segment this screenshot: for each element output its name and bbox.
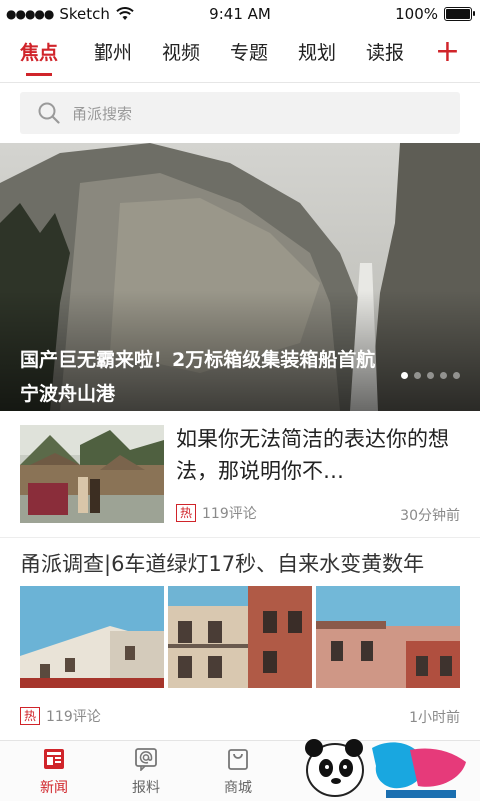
hot-badge: 热 <box>20 707 41 725</box>
carousel-dot <box>414 372 421 379</box>
hero-carousel[interactable]: 国产巨无霸来啦！2万标箱级集装箱船首航宁波舟山港 <box>0 143 480 411</box>
news-thumbnail <box>20 425 164 523</box>
news-meta: 热 119评论 <box>20 706 101 726</box>
news-headline[interactable]: 甬派调查|6车道绿灯17秒、自来水变黄数年 <box>20 548 470 580</box>
news-thumbnail <box>316 586 460 688</box>
nav-label: 新闻 <box>40 780 68 796</box>
news-thumbnail <box>20 586 164 688</box>
battery-percent: 100% <box>395 5 438 23</box>
tab-focus[interactable]: 焦点 <box>20 36 58 76</box>
carousel-dot <box>453 372 460 379</box>
nav-mall[interactable]: 商城 <box>198 741 278 801</box>
at-sign-icon <box>135 748 157 772</box>
search-icon <box>38 102 60 124</box>
carousel-dot <box>440 372 447 379</box>
news-item[interactable]: 如果你无法简洁的表达你的想法，那说明你不… 热 119评论 30分钟前 <box>0 411 480 536</box>
nav-report[interactable]: 报料 <box>106 741 186 801</box>
shopping-bag-icon <box>228 749 248 770</box>
panda-watermark-logo <box>305 739 466 798</box>
tabs-divider <box>0 82 480 83</box>
nav-label: 报料 <box>132 780 160 796</box>
nav-news[interactable]: 新闻 <box>14 741 94 801</box>
newspaper-icon <box>44 749 64 769</box>
news-divider <box>0 537 480 538</box>
news-image-strip <box>20 586 460 688</box>
channel-tabs: 焦点 鄞州 视频 专题 规划 读报 <box>0 36 480 82</box>
nav-label: 商城 <box>224 780 252 796</box>
battery-icon <box>444 7 475 21</box>
tab-video[interactable]: 视频 <box>162 36 200 76</box>
hero-headline[interactable]: 国产巨无霸来啦！2万标箱级集装箱船首航宁波舟山港 <box>20 343 390 411</box>
search-input[interactable]: 甬派搜索 <box>20 92 460 134</box>
news-thumbnail <box>168 586 312 688</box>
carousel-indicator <box>401 372 460 379</box>
tab-yinzhou[interactable]: 鄞州 <box>94 36 132 76</box>
news-meta: 热 119评论 <box>176 503 257 523</box>
news-headline[interactable]: 如果你无法简洁的表达你的想法，那说明你不… <box>176 423 466 487</box>
tab-read-paper[interactable]: 读报 <box>366 36 404 76</box>
comment-count[interactable]: 119评论 <box>202 503 257 523</box>
hot-badge: 热 <box>176 504 197 522</box>
tab-topics[interactable]: 专题 <box>230 36 268 76</box>
status-bar: ●●●●● Sketch 9:41 AM 100% <box>0 0 480 28</box>
publish-time: 1小时前 <box>409 710 460 726</box>
search-placeholder: 甬派搜索 <box>72 104 133 123</box>
carousel-dot <box>427 372 434 379</box>
publish-time: 30分钟前 <box>400 508 460 524</box>
tab-planning[interactable]: 规划 <box>298 36 336 76</box>
comment-count[interactable]: 119评论 <box>46 706 101 726</box>
add-channel-button[interactable]: + <box>435 34 460 70</box>
carousel-dot <box>401 372 408 379</box>
